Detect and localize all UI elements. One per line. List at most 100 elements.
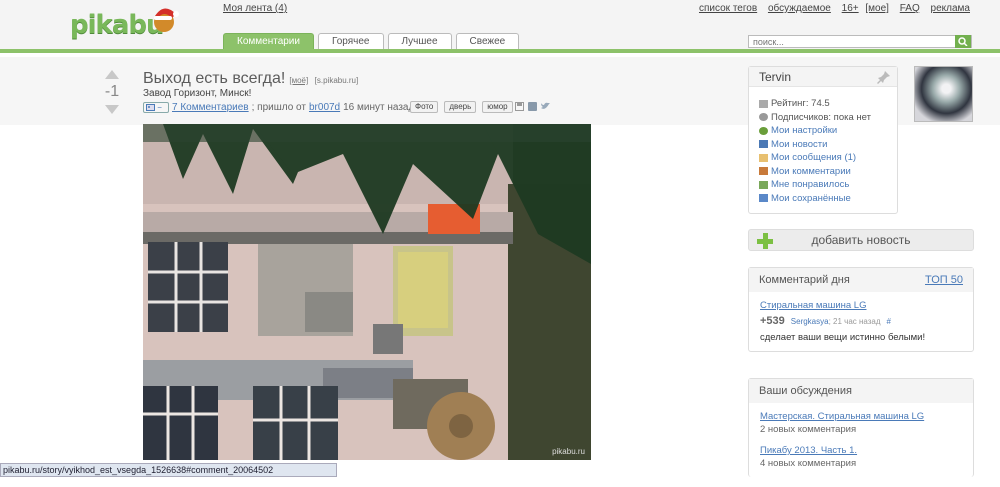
discussion-sub: 4 новых комментария (760, 458, 857, 469)
tag-humor[interactable]: юмор (482, 101, 513, 113)
post-time: 16 минут назад (343, 102, 415, 113)
my-feed-link[interactable]: Моя лента (4) (223, 3, 287, 14)
cod-hash-link[interactable]: # (887, 317, 891, 326)
post-meta: − 7 Комментариев; пришло от br007d 16 ми… (143, 102, 414, 113)
header: pikabu Моя лента (4) список тегов обсужд… (0, 0, 1000, 53)
profile-username[interactable]: Tervin (759, 70, 791, 84)
discussions-header: Ваши обсуждения (749, 379, 973, 403)
author-link[interactable]: br007d (309, 102, 340, 113)
top50-link[interactable]: ТОП 50 (925, 268, 963, 292)
messages-link[interactable]: Мои сообщения (1) (771, 152, 856, 163)
comment-of-day-card: Комментарий дня ТОП 50 Стиральная машина… (748, 267, 974, 352)
cod-text: сделает ваши вещи истинно белыми! (760, 332, 926, 343)
post-title-row: Выход есть всегда! [моё] [s.pikabu.ru] (143, 70, 358, 88)
discussions-title: Ваши обсуждения (759, 385, 852, 397)
tag-door[interactable]: дверь (444, 101, 477, 113)
profile-header: Tervin (749, 67, 897, 87)
save-icon (759, 194, 768, 203)
profile-rating: Рейтинг: 74.5 (759, 97, 897, 111)
post-photo[interactable]: pikabu.ru (143, 124, 591, 460)
discussions-body: Мастерская. Стиральная машина LG 2 новых… (749, 403, 973, 487)
profile-card: Tervin Рейтинг: 74.5 Подписчиков: пока н… (748, 66, 898, 214)
list-item: Мастерская. Стиральная машина LG 2 новых… (760, 411, 962, 435)
news-icon (759, 140, 768, 149)
search-button[interactable] (955, 35, 971, 48)
discussion-link[interactable]: Пикабу 2013. Часть 1. (760, 445, 857, 456)
post-tags: Фото дверь юмор (407, 101, 513, 113)
save-icon[interactable] (515, 102, 524, 111)
mine-tag[interactable]: [моё] (289, 76, 308, 85)
main-tabs: Комментарии Горячее Лучшее Свежее (223, 33, 520, 49)
photo-watermark: pikabu.ru (552, 447, 585, 456)
cod-meta: +539 Sergkasya; 21 час назад # (760, 315, 962, 327)
top-links: список тегов обсуждаемое 16+ [мое] FAQ р… (691, 3, 970, 14)
rating-icon (759, 99, 768, 108)
ads-link[interactable]: реклама (931, 3, 970, 14)
profile-list: Рейтинг: 74.5 Подписчиков: пока нет Мои … (749, 87, 897, 205)
settings-link[interactable]: Мои настройки (771, 125, 837, 136)
discussed-link[interactable]: обсуждаемое (768, 3, 831, 14)
profile-link-news[interactable]: Мои новости (759, 138, 897, 152)
cod-post-link[interactable]: Стиральная машина LG (760, 300, 866, 311)
age-filter-link[interactable]: 16+ (842, 3, 859, 14)
cod-time: ; 21 час назад (828, 316, 881, 326)
post-source: [s.pikabu.ru] (314, 76, 359, 85)
tab-comments[interactable]: Комментарии (223, 33, 314, 49)
comments-link[interactable]: 7 Комментариев (172, 102, 249, 113)
post-title[interactable]: Выход есть всегда! (143, 70, 285, 87)
building-photo-image (143, 124, 591, 460)
profile-link-comments[interactable]: Мои комментарии (759, 165, 897, 179)
user-icon (759, 113, 768, 122)
tag-list-link[interactable]: список тегов (699, 3, 757, 14)
post-subtitle: Завод Горизонт, Минск! (143, 88, 252, 99)
subscribers-label: Подписчиков: пока нет (771, 111, 871, 123)
search-input[interactable] (748, 35, 972, 48)
santa-hat-icon (154, 8, 179, 32)
profile-subscribers: Подписчиков: пока нет (759, 111, 897, 125)
browser-status-bar: pikabu.ru/story/vyikhod_est_vsegda_15266… (0, 463, 337, 477)
plus-icon (757, 233, 773, 249)
vote-up-icon[interactable] (105, 70, 119, 79)
add-news-label: добавить новость (811, 233, 911, 247)
discussion-sub: 2 новых комментария (760, 424, 857, 435)
news-link[interactable]: Мои новости (771, 139, 827, 150)
saved-link[interactable]: Мои сохранённые (771, 193, 851, 204)
posted-from-text: ; пришло от (251, 102, 306, 113)
comment-icon (759, 167, 768, 176)
tab-best[interactable]: Лучшее (387, 33, 452, 49)
comment-of-day-title: Комментарий дня (759, 274, 850, 286)
tab-hot[interactable]: Горячее (317, 33, 384, 49)
faq-link[interactable]: FAQ (900, 3, 920, 14)
twitter-icon[interactable] (541, 102, 550, 111)
search-icon (958, 37, 968, 46)
mine-link[interactable]: [мое] (865, 3, 889, 14)
comment-of-day-body: Стиральная машина LG +539 Sergkasya; 21 … (749, 292, 973, 351)
image-icon (146, 104, 155, 111)
profile-link-liked[interactable]: Мне понравилось (759, 178, 897, 192)
vote-down-icon[interactable] (105, 105, 119, 114)
profile-link-settings[interactable]: Мои настройки (759, 124, 897, 138)
cod-user[interactable]: Sergkasya (791, 317, 829, 326)
profile-link-messages[interactable]: Мои сообщения (1) (759, 151, 897, 165)
thumb-icon (759, 180, 768, 189)
tag-photo[interactable]: Фото (410, 101, 439, 113)
discussion-link[interactable]: Мастерская. Стиральная машина LG (760, 411, 924, 422)
envelope-icon (759, 153, 768, 162)
cod-score: +539 (760, 315, 785, 327)
comment-of-day-header: Комментарий дня ТОП 50 (749, 268, 973, 292)
add-news-button[interactable]: добавить новость (748, 229, 974, 251)
comments-link[interactable]: Мои комментарии (771, 166, 851, 177)
gear-icon (759, 126, 768, 135)
tab-fresh[interactable]: Свежее (455, 33, 520, 49)
post-tools (515, 102, 550, 111)
list-item: Пикабу 2013. Часть 1. 4 новых комментари… (760, 445, 962, 469)
vote-box: -1 (100, 70, 124, 114)
vk-icon[interactable] (528, 102, 537, 111)
profile-link-saved[interactable]: Мои сохранённые (759, 192, 897, 206)
image-toggle-label: − (157, 103, 162, 112)
image-toggle-button[interactable]: − (143, 102, 169, 113)
discussions-card: Ваши обсуждения Мастерская. Стиральная м… (748, 378, 974, 477)
avatar[interactable] (914, 66, 973, 122)
liked-link[interactable]: Мне понравилось (771, 179, 849, 190)
pin-icon[interactable] (877, 70, 891, 84)
